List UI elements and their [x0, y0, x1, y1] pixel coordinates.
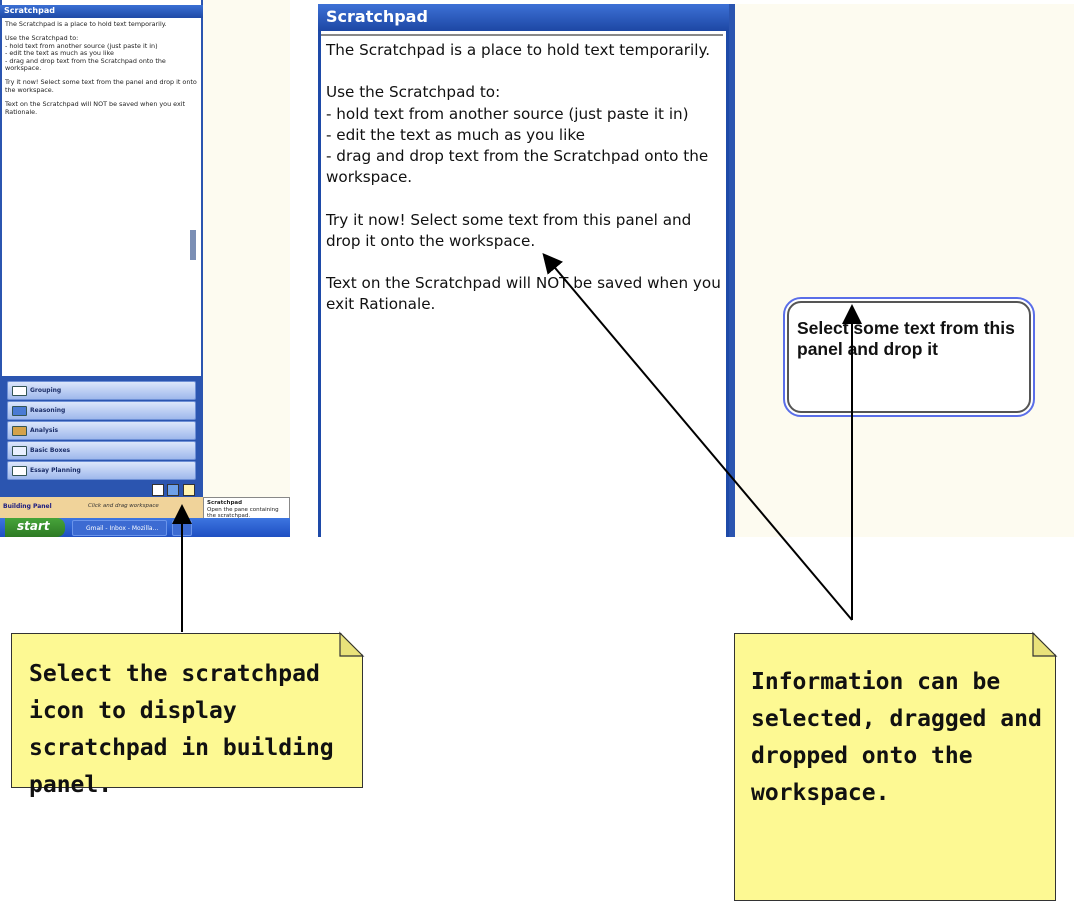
scratchpad-icon[interactable]	[183, 484, 195, 496]
scratchpad-paragraph: The Scratchpad is a place to hold text t…	[326, 41, 711, 59]
callout-note-left: Select the scratchpad icon to display sc…	[11, 633, 363, 798]
taskbar-item[interactable]: Gmail - Inbox - Mozilla...	[72, 520, 167, 536]
workspace-node[interactable]: Select some text from this panel and dro…	[787, 301, 1031, 413]
taskbar-item[interactable]	[172, 520, 192, 536]
building-panel-bar: Building Panel Click and drag workspace	[0, 497, 203, 518]
pane-splitter[interactable]	[190, 230, 196, 260]
scratchpad-paragraph: Text on the Scratchpad will NOT be saved…	[326, 274, 721, 314]
analysis-icon	[12, 425, 27, 436]
basic-boxes-icon	[12, 445, 27, 456]
group-button-analysis[interactable]: Analysis	[7, 421, 196, 440]
group-button-label: Reasoning	[30, 407, 66, 414]
group-button-reasoning[interactable]: Reasoning	[7, 401, 196, 420]
resize-grip-icon[interactable]	[80, 374, 120, 377]
group-button-grouping[interactable]: Grouping	[7, 381, 196, 400]
panel-icon-bar	[0, 482, 203, 497]
building-panel-label[interactable]: Building Panel	[3, 503, 52, 510]
group-button-label: Basic Boxes	[30, 447, 71, 454]
grouping-icon	[12, 385, 27, 396]
notes-icon[interactable]	[152, 484, 164, 496]
help-icon[interactable]	[167, 484, 179, 496]
building-panel-groups: Grouping Reasoning Analysis Basic Boxes …	[0, 378, 203, 482]
callout-note-right: Information can be selected, dragged and…	[734, 633, 1056, 901]
scratchpad-paragraph: Try it now! Select some text from this p…	[326, 210, 692, 250]
building-panel-hint: Click and drag workspace	[88, 503, 159, 509]
group-button-essay-planning[interactable]: Essay Planning	[7, 461, 196, 480]
group-button-label: Essay Planning	[30, 467, 81, 474]
group-button-label: Analysis	[30, 427, 59, 434]
reasoning-icon	[12, 405, 27, 416]
scratchpad-paragraph: Use the Scratchpad to: - hold text from …	[326, 83, 709, 187]
scratchpad-text-large[interactable]: The Scratchpad is a place to hold text t…	[326, 40, 721, 337]
scratchpad-paragraph: The Scratchpad is a place to hold text t…	[5, 20, 167, 28]
workspace-area[interactable]	[203, 0, 290, 497]
workspace-area[interactable]	[733, 4, 1074, 537]
pane-splitter-large[interactable]	[729, 4, 735, 537]
scratchpad-paragraph: Text on the Scratchpad will NOT be saved…	[5, 100, 186, 116]
small-screenshot: Scratchpad The Scratchpad is a place to …	[0, 0, 290, 537]
scratchpad-title-large: Scratchpad	[318, 4, 729, 31]
scratchpad-title: Scratchpad	[0, 5, 203, 18]
group-button-label: Grouping	[30, 387, 62, 394]
scratchpad-text[interactable]: The Scratchpad is a place to hold text t…	[5, 20, 197, 123]
essay-planning-icon	[12, 465, 27, 476]
scratchpad-paragraph: Use the Scratchpad to: - hold text from …	[5, 34, 166, 73]
start-button[interactable]: start	[5, 518, 65, 537]
scratchpad-edit-border	[321, 31, 723, 36]
scratchpad-paragraph: Try it now! Select some text from the pa…	[5, 78, 197, 94]
group-button-basic-boxes[interactable]: Basic Boxes	[7, 441, 196, 460]
